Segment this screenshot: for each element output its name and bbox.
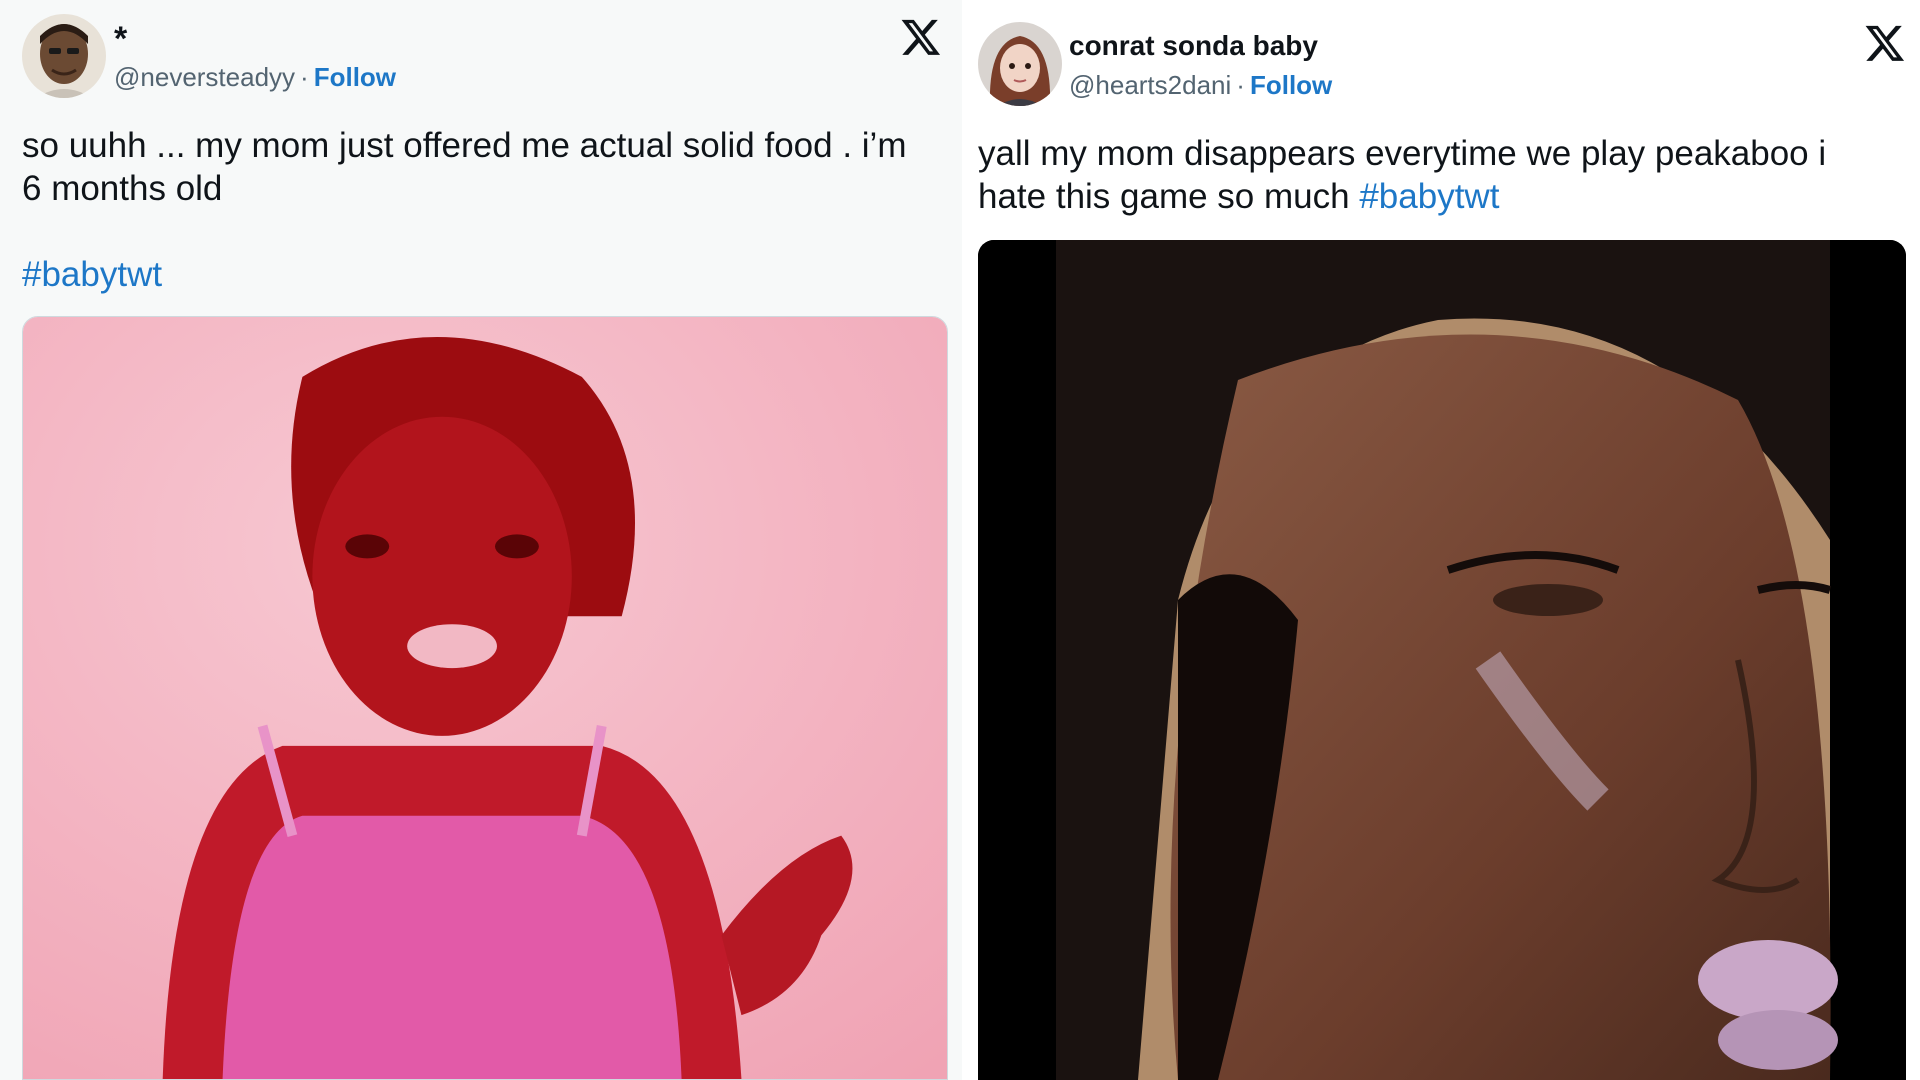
hashtag-link[interactable]: #babytwt: [22, 253, 162, 296]
tweet-text: so uuhh ... my mom just offered me actua…: [22, 124, 952, 210]
tweet-media[interactable]: [978, 240, 1906, 1080]
separator: ·: [300, 62, 309, 92]
tweet-text: yall my mom disappears everytime we play…: [978, 132, 1908, 218]
tweet-text-line-2: hate this game so much #babytwt: [978, 175, 1908, 218]
tweet-card-right: conrat sonda baby @hearts2dani · Follow ya…: [962, 0, 1920, 1080]
tweet-media[interactable]: [22, 316, 948, 1080]
tweet-text-line-2: 6 months old: [22, 169, 223, 208]
x-logo-icon[interactable]: [900, 16, 942, 58]
avatar[interactable]: [22, 14, 106, 98]
display-name[interactable]: *: [114, 20, 127, 59]
hashtag-link[interactable]: #babytwt: [1359, 177, 1499, 216]
display-name[interactable]: conrat sonda baby: [1069, 30, 1318, 62]
tweet-text-line-2-body: hate this game so much: [978, 177, 1350, 216]
tweet-text-line-1: yall my mom disappears everytime we play…: [978, 134, 1827, 173]
follow-button[interactable]: Follow: [1250, 70, 1332, 100]
avatar[interactable]: [978, 22, 1062, 106]
handle-row: @neversteadyy · Follow: [114, 62, 396, 93]
handle[interactable]: @hearts2dani: [1069, 70, 1231, 100]
separator: ·: [1236, 70, 1245, 100]
x-logo-icon[interactable]: [1864, 22, 1906, 64]
tweet-card-left: * @neversteadyy · Follow so uuhh ... my mo…: [0, 0, 962, 1080]
tweet-text-line-1: so uuhh ... my mom just offered me actua…: [22, 126, 907, 165]
follow-button[interactable]: Follow: [314, 62, 396, 92]
handle[interactable]: @neversteadyy: [114, 62, 295, 92]
handle-row: @hearts2dani · Follow: [1069, 70, 1332, 101]
